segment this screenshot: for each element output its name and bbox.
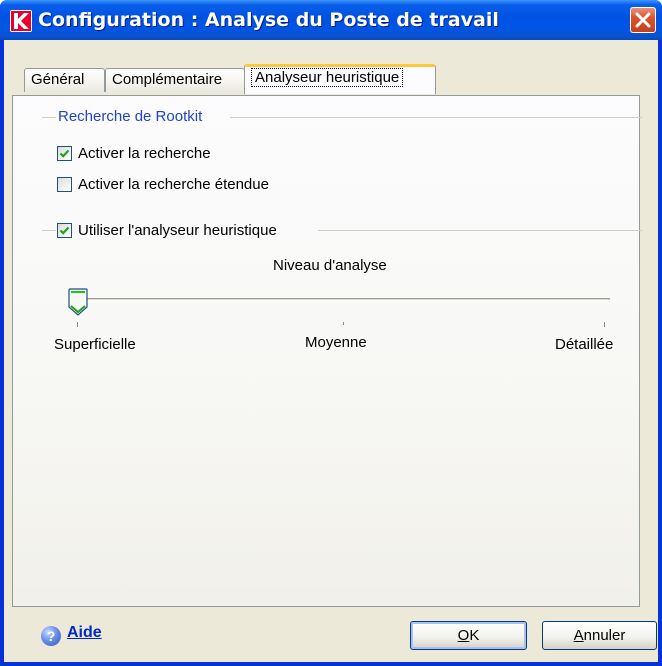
tab-complementaire[interactable]: Complémentaire — [105, 68, 245, 92]
tab-analyseur-heuristique-label: Analyseur heuristique — [251, 68, 404, 87]
level-label-moyenne: Moyenne — [305, 334, 367, 351]
cancel-accel: A — [573, 627, 584, 644]
utiliser-analyseur-checkbox[interactable] — [57, 223, 72, 238]
activer-recherche-option[interactable]: Activer la recherche — [57, 145, 211, 162]
group-line-right — [230, 117, 642, 118]
recherche-etendue-option[interactable]: Activer la recherche étendue — [57, 176, 269, 193]
recherche-etendue-label: Activer la recherche étendue — [78, 176, 269, 193]
help-link[interactable]: Aide — [67, 624, 102, 642]
tick-detaillee — [604, 322, 605, 327]
recherche-etendue-checkbox[interactable] — [57, 177, 72, 192]
ok-accel: O — [457, 627, 470, 644]
cancel-rest: nnuler — [583, 627, 626, 644]
utiliser-analyseur-option[interactable]: Utiliser l'analyseur heuristique — [57, 222, 277, 239]
heuristic-line-right — [318, 230, 642, 231]
cancel-button[interactable]: Annuler — [542, 621, 657, 650]
window-title: Configuration : Analyse du Poste de trav… — [38, 9, 499, 31]
tick-superficielle — [77, 322, 78, 327]
checkmark-icon — [59, 149, 70, 158]
analysis-level-slider-track[interactable] — [72, 298, 610, 301]
title-bar[interactable]: Configuration : Analyse du Poste de trav… — [0, 0, 662, 40]
utiliser-analyseur-label: Utiliser l'analyseur heuristique — [78, 222, 277, 239]
analysis-level-slider-thumb[interactable] — [67, 287, 89, 317]
close-button[interactable] — [630, 7, 656, 33]
heuristic-line-left — [42, 230, 56, 231]
close-icon — [635, 12, 651, 28]
level-label-detaillee: Détaillée — [555, 336, 614, 353]
activer-recherche-label: Activer la recherche — [78, 145, 211, 162]
tab-general-label: Général — [31, 71, 85, 88]
ok-button[interactable]: OK — [410, 621, 527, 650]
tab-analyseur-heuristique[interactable]: Analyseur heuristique — [244, 64, 436, 94]
niveau-analyse-title: Niveau d'analyse — [273, 257, 387, 274]
group-line-left — [42, 117, 56, 118]
tab-general[interactable]: Général — [24, 68, 105, 92]
checkmark-icon — [59, 226, 70, 235]
activer-recherche-checkbox[interactable] — [57, 146, 72, 161]
tick-moyenne — [343, 322, 344, 325]
level-label-superficielle: Superficielle — [54, 336, 136, 353]
ok-rest: K — [469, 627, 480, 644]
help-icon[interactable]: ? — [41, 626, 61, 646]
kaspersky-k-icon — [10, 10, 32, 32]
rootkit-group-title: Recherche de Rootkit — [58, 108, 203, 125]
tab-complementaire-label: Complémentaire — [112, 71, 223, 88]
dialog-window: Configuration : Analyse du Poste de trav… — [0, 0, 662, 666]
